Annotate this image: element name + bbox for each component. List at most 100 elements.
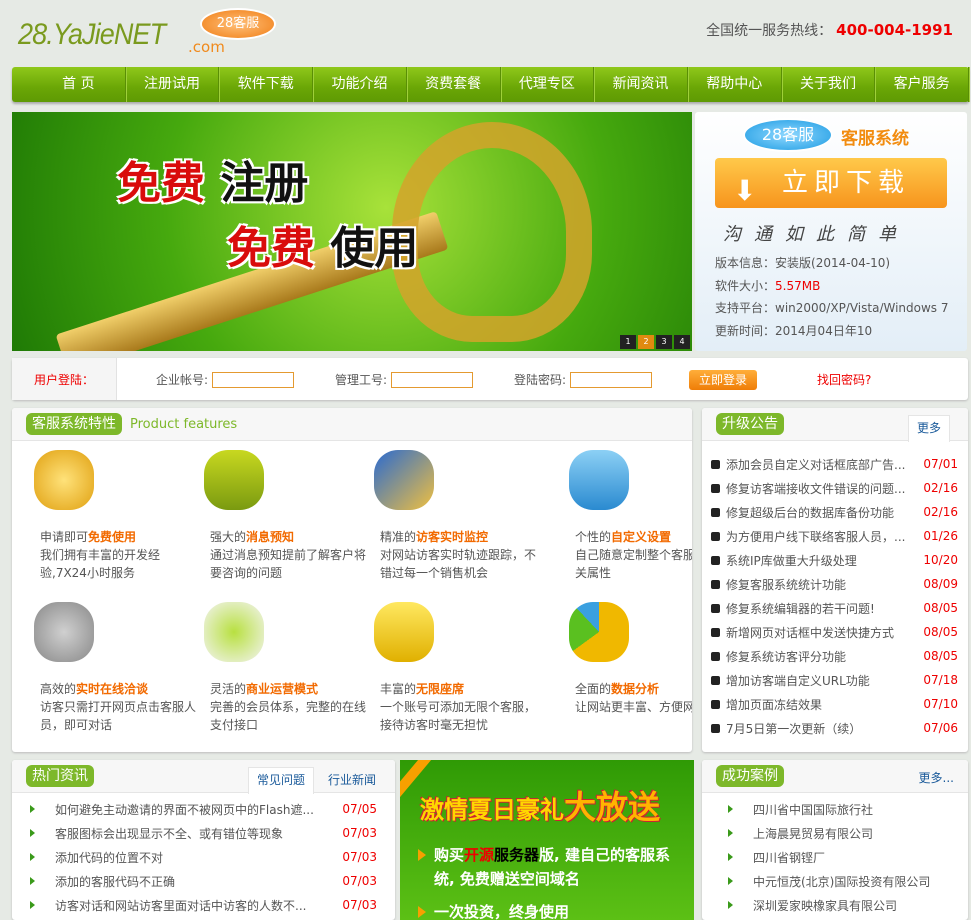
bullet-square-icon xyxy=(711,531,720,541)
item-date: 07/05 xyxy=(342,802,377,816)
slide-dot[interactable]: 1 xyxy=(620,335,636,349)
list-item[interactable]: 修复系统编辑器的若干问题! 08/05 xyxy=(711,596,958,620)
item-title[interactable]: 增加页面冻结效果 xyxy=(726,696,822,713)
list-item[interactable]: 修复超级后台的数据库备份功能 02/16 xyxy=(711,500,958,524)
item-title[interactable]: 修复系统编辑器的若干问题! xyxy=(726,600,875,617)
slide-dot[interactable]: 2 xyxy=(638,335,654,349)
promo-banner[interactable]: 激情夏日豪礼大放送 购买开源服务器版, 建自己的客服系统, 免费赠送空间域名 一… xyxy=(400,760,694,920)
staff-id-input[interactable] xyxy=(391,371,474,388)
item-title[interactable]: 修复超级后台的数据库备份功能 xyxy=(726,504,894,521)
list-item[interactable]: 中元恒茂(北京)国际投资有限公司 xyxy=(728,869,958,893)
nav-item[interactable]: 软件下载 xyxy=(219,67,314,102)
list-item[interactable]: 如何避免主动邀请的界面不被网页中的Flash遮... 07/05 xyxy=(30,797,377,821)
feature-highlight: 免费使用 xyxy=(88,530,137,544)
bullet-square-icon xyxy=(711,579,720,589)
item-title[interactable]: 系统IP库做重大升级处理 xyxy=(726,552,857,569)
list-item[interactable]: 新增网页对话框中发送快捷方式 08/05 xyxy=(711,620,958,644)
item-title[interactable]: 添加的客服代码不正确 xyxy=(55,873,175,890)
bullet-square-icon xyxy=(711,675,720,685)
list-item[interactable]: 深圳爱家映橡家具有限公司 xyxy=(728,893,958,917)
list-item[interactable]: 客服图标会出现显示不全、或有错位等现象 07/03 xyxy=(30,821,377,845)
bullet-arrow-icon xyxy=(728,901,733,909)
feature-desc: 一个账号可添加无限个客服，接待访客时毫无担忧 xyxy=(380,700,537,732)
main-nav: 首 页注册试用 软件下载 功能介绍 资费套餐 代理专区 新闻资讯 帮助中心 关于我们 客户服务 xyxy=(12,67,970,102)
list-item[interactable]: 系统IP库做重大升级处理 10/20 xyxy=(711,548,958,572)
item-date: 07/18 xyxy=(923,673,958,687)
tab-faq[interactable]: 常见问题 xyxy=(248,767,315,794)
item-title[interactable]: 新增网页对话框中发送快捷方式 xyxy=(726,624,894,641)
feature-highlight: 消息预知 xyxy=(246,530,295,544)
item-title[interactable]: 修复客服系统统计功能 xyxy=(726,576,846,593)
list-item[interactable]: 修复系统访客评分功能 08/05 xyxy=(711,644,958,668)
download-panel: 28客服 客服系统 ⬇ 立即下载 沟通如此简单 版本信息：安装版(2014-04-… xyxy=(695,112,967,351)
item-title[interactable]: 四川省中国国际旅行社 xyxy=(753,801,873,818)
banner-carousel[interactable]: 免费 注册 免费 使用 1234 xyxy=(12,112,692,351)
bullet-arrow-icon xyxy=(30,829,35,837)
item-title[interactable]: 客服图标会出现显示不全、或有错位等现象 xyxy=(55,825,283,842)
more-link[interactable]: 更多 xyxy=(907,415,950,442)
features-panel: 客服系统特性 Product features 申请即可免费使用 我们拥有丰富的开发… xyxy=(12,408,692,752)
nav-item[interactable]: 资费套餐 xyxy=(407,67,501,102)
item-title[interactable]: 上海晨晃贸易有限公司 xyxy=(753,825,873,842)
list-item[interactable]: 7月5日第一次更新（续） 07/06 xyxy=(711,716,958,740)
item-title[interactable]: 访客对话和网站访客里面对话中访客的人数不... xyxy=(55,897,306,914)
nav-item[interactable]: 代理专区 xyxy=(501,67,595,102)
nav-item[interactable]: 客户服务 xyxy=(875,67,970,102)
key-graphic xyxy=(392,122,592,342)
feature-item: 精准的访客实时监控 对网站访客实时轨迹跟踪，不错过每一个销售机会 xyxy=(370,450,540,582)
list-item[interactable]: 四川省钢铿厂 xyxy=(728,845,958,869)
bullet-arrow-icon xyxy=(30,853,35,861)
item-title[interactable]: 如何避免主动邀请的界面不被网页中的Flash遮... xyxy=(55,801,314,818)
bullet-square-icon xyxy=(711,723,720,733)
item-date: 07/06 xyxy=(923,721,958,735)
password-input[interactable] xyxy=(570,371,653,388)
slide-dot[interactable]: 3 xyxy=(656,335,672,349)
item-title[interactable]: 添加会员自定义对话框底部广告... xyxy=(726,456,905,473)
list-item[interactable]: 增加页面冻结效果 07/10 xyxy=(711,692,958,716)
download-button[interactable]: ⬇ 立即下载 xyxy=(715,158,947,208)
nav-item[interactable]: 关于我们 xyxy=(782,67,876,102)
login-button[interactable]: 立即登录 xyxy=(689,370,757,390)
list-item[interactable]: 添加会员自定义对话框底部广告... 07/01 xyxy=(711,452,958,476)
more-link[interactable]: 更多... xyxy=(919,769,954,786)
item-title[interactable]: 增加访客端自定义URL功能 xyxy=(726,672,870,689)
bullet-square-icon xyxy=(711,483,720,493)
list-item[interactable]: 修复访客端接收文件错误的问题... 02/16 xyxy=(711,476,958,500)
nav-item[interactable]: 新闻资讯 xyxy=(594,67,688,102)
item-date: 01/26 xyxy=(923,529,958,543)
blocks-pencil-icon xyxy=(569,450,629,510)
item-title[interactable]: 添加代码的位置不对 xyxy=(55,849,163,866)
slide-dot[interactable]: 4 xyxy=(674,335,690,349)
site-logo[interactable]: 28.YaJieNET .com 28客服 xyxy=(18,8,276,56)
hotline-number: 400-004-1991 xyxy=(836,21,953,39)
monitor-palette-icon xyxy=(374,450,434,510)
tab-industry-news[interactable]: 行业新闻 xyxy=(320,769,384,793)
item-date: 08/09 xyxy=(923,577,958,591)
feature-desc: 我们拥有丰富的开发经验,7X24小时服务 xyxy=(40,548,161,580)
nav-item[interactable]: 功能介绍 xyxy=(313,67,407,102)
list-item[interactable]: 上海晨晃贸易有限公司 xyxy=(728,821,958,845)
list-item[interactable]: 四川省中国国际旅行社 xyxy=(728,797,958,821)
list-item[interactable]: 修复客服系统统计功能 08/09 xyxy=(711,572,958,596)
item-title[interactable]: 为方便用户线下联络客服人员，... xyxy=(726,528,905,545)
item-date: 10/20 xyxy=(923,553,958,567)
item-title[interactable]: 四川省钢铿厂 xyxy=(753,849,825,866)
item-title[interactable]: 深圳爱家映橡家具有限公司 xyxy=(753,897,897,914)
list-item[interactable]: 添加代码的位置不对 07/03 xyxy=(30,845,377,869)
nav-item[interactable]: 注册试用 xyxy=(126,67,220,102)
list-item[interactable]: 为方便用户线下联络客服人员，... 01/26 xyxy=(711,524,958,548)
list-item[interactable]: 增加访客端自定义URL功能 07/18 xyxy=(711,668,958,692)
item-title[interactable]: 修复访客端接收文件错误的问题... xyxy=(726,480,905,497)
list-item[interactable]: 访客对话和网站访客里面对话中访客的人数不... 07/03 xyxy=(30,893,377,917)
item-title[interactable]: 中元恒茂(北京)国际投资有限公司 xyxy=(753,873,930,890)
forgot-password-link[interactable]: 找回密码? xyxy=(817,371,871,388)
item-title[interactable]: 修复系统访客评分功能 xyxy=(726,648,846,665)
item-title[interactable]: 7月5日第一次更新（续） xyxy=(726,720,861,737)
login-bar: 用户登陆： 企业帐号: 管理工号: 登陆密码: 立即登录 找回密码? xyxy=(12,358,968,400)
item-date: 07/03 xyxy=(342,874,377,888)
list-item[interactable]: 添加的客服代码不正确 07/03 xyxy=(30,869,377,893)
nav-item[interactable]: 首 页 xyxy=(32,67,126,102)
account-input[interactable] xyxy=(212,371,295,388)
slide-indicators: 1234 xyxy=(620,335,690,349)
nav-item[interactable]: 帮助中心 xyxy=(688,67,782,102)
